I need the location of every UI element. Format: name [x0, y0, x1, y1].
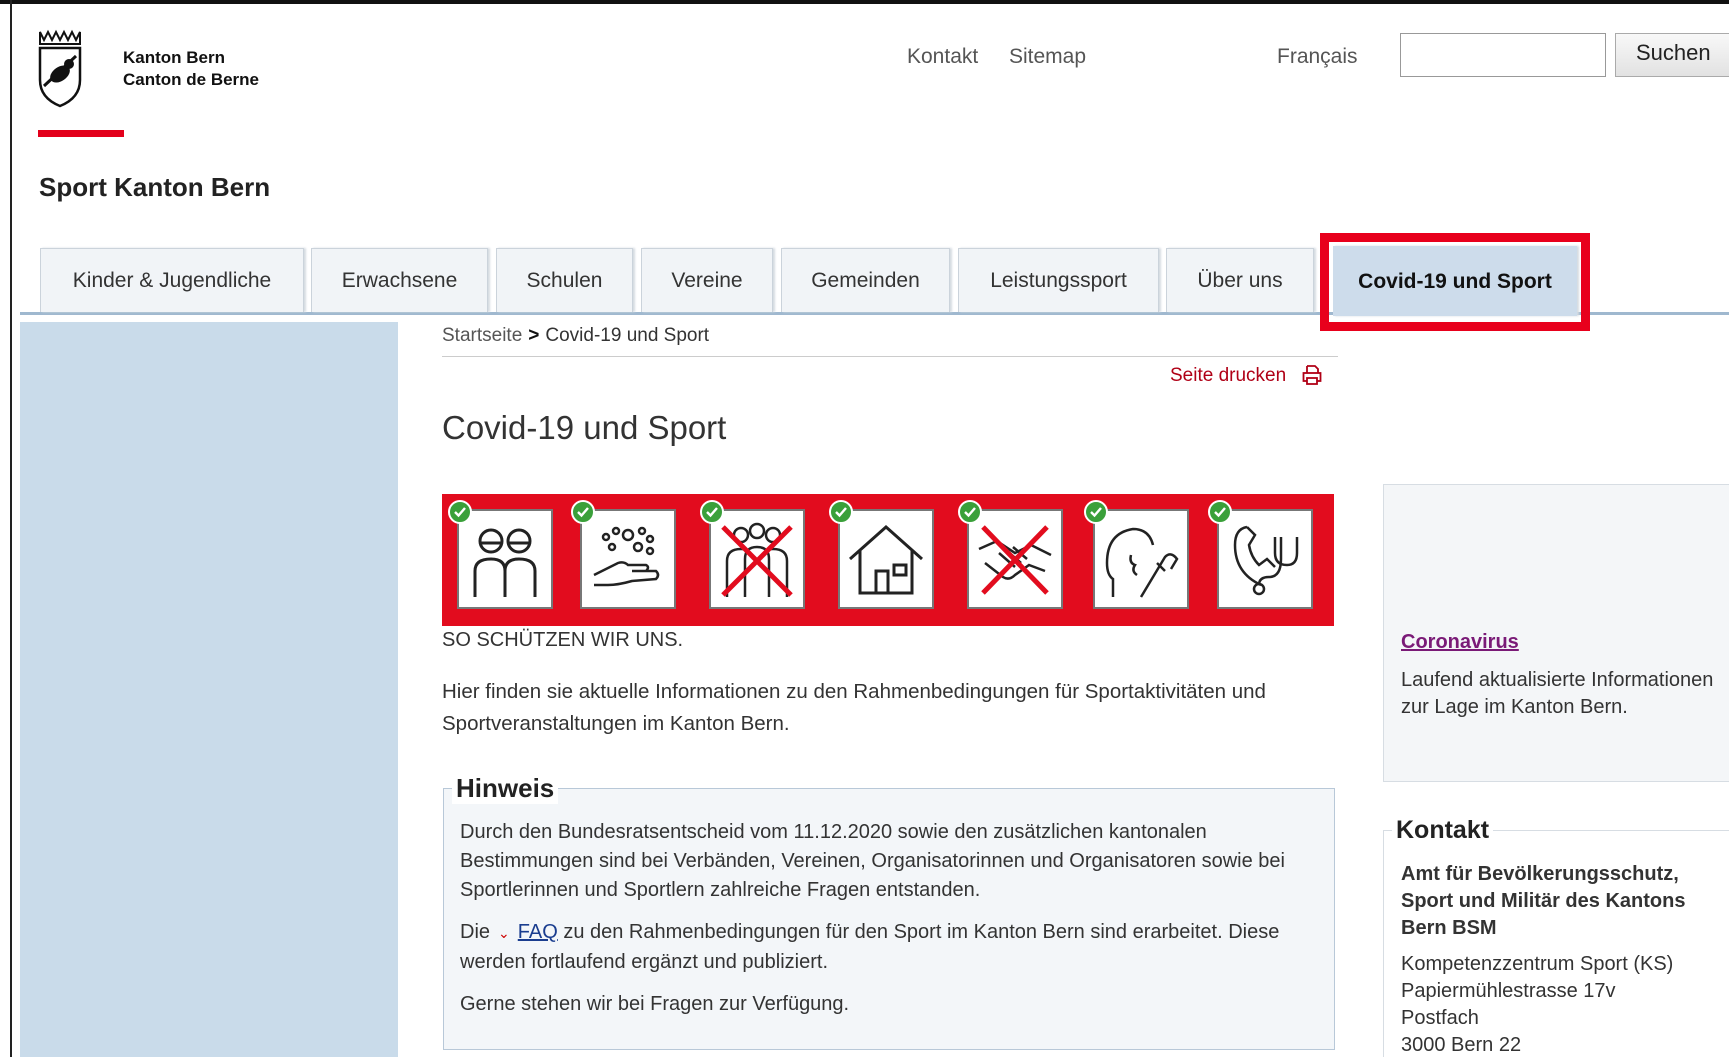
- active-tab-highlight-box: [1320, 233, 1590, 331]
- language-switch-francais[interactable]: Français: [1277, 45, 1358, 69]
- kontakt-address: Kompetenzzentrum Sport (KS) Papiermühles…: [1401, 951, 1721, 1059]
- kontakt-address-line: 3000 Bern 22: [1401, 1034, 1522, 1056]
- kontakt-address-line: Papiermühlestrasse 17v: [1401, 980, 1616, 1002]
- intro-text: Hier finden sie aktuelle Informationen z…: [442, 680, 1266, 735]
- check-icon: [571, 500, 595, 524]
- banner-caption: SO SCHÜTZEN WIR UNS.: [442, 629, 684, 651]
- meta-link-sitemap[interactable]: Sitemap: [1009, 45, 1086, 69]
- bern-coat-of-arms-icon: [38, 29, 82, 108]
- hinweis-paragraph-1: Durch den Bundesratsentscheid vom 11.12.…: [460, 821, 1285, 901]
- hinweis-p2-end: zu den Rahmenbedingungen für den Sport i…: [460, 921, 1280, 973]
- kontakt-heading: Kontakt: [1392, 816, 1494, 845]
- brand-name: Kanton Bern Canton de Berne: [123, 47, 259, 91]
- kontakt-address-line: Kompetenzzentrum Sport (KS): [1401, 953, 1674, 975]
- window-frame-top: [0, 0, 1729, 4]
- kontakt-organization: Amt für Bevölkerungsschutz, Sport und Mi…: [1401, 863, 1686, 939]
- site-title[interactable]: Sport Kanton Bern: [39, 172, 270, 203]
- kontakt-address-line: Postfach: [1401, 1007, 1479, 1029]
- tab-ueber-uns[interactable]: Über uns: [1166, 248, 1314, 312]
- left-navigation-column: [20, 322, 398, 1057]
- search-button[interactable]: Suchen: [1615, 33, 1729, 77]
- tab-erwachsene[interactable]: Erwachsene: [311, 248, 488, 312]
- breadcrumb-home-link[interactable]: Startseite: [442, 325, 522, 346]
- coronavirus-teaser-text: Laufend aktualisierte Informationen zur …: [1401, 669, 1714, 718]
- brand-line-fr: Canton de Berne: [123, 70, 260, 89]
- kanton-bern-logo[interactable]: [36, 28, 84, 108]
- tab-gemeinden[interactable]: Gemeinden: [781, 248, 950, 312]
- breadcrumb-divider: [442, 356, 1338, 357]
- call-doctor-icon: [1217, 509, 1313, 609]
- no-groups-icon: [709, 509, 805, 609]
- coronavirus-link[interactable]: Coronavirus: [1401, 631, 1519, 654]
- check-icon: [1208, 500, 1232, 524]
- tab-schulen[interactable]: Schulen: [496, 248, 633, 312]
- page-title: Covid-19 und Sport: [442, 409, 727, 446]
- breadcrumb-current: Covid-19 und Sport: [545, 325, 710, 346]
- chevron-down-icon[interactable]: ⌄: [498, 925, 510, 941]
- check-icon: [1084, 500, 1108, 524]
- search-input[interactable]: [1400, 33, 1606, 77]
- distance-people-icon: [457, 509, 553, 609]
- brand-accent-bar: [38, 130, 124, 137]
- tab-vereine[interactable]: Vereine: [641, 248, 773, 312]
- hinweis-p2-start: Die: [460, 921, 491, 943]
- protection-measures-banner: [442, 494, 1334, 626]
- tab-leistungssport[interactable]: Leistungssport: [958, 248, 1159, 312]
- check-icon: [700, 500, 724, 524]
- meta-link-kontakt[interactable]: Kontakt: [907, 45, 978, 69]
- no-handshake-icon: [967, 509, 1063, 609]
- cough-elbow-icon: [1093, 509, 1189, 609]
- faq-link[interactable]: FAQ: [518, 921, 558, 943]
- check-icon: [829, 500, 853, 524]
- print-page-link[interactable]: Seite drucken: [1170, 365, 1286, 387]
- tab-kinder-jugendliche[interactable]: Kinder & Jugendliche: [40, 248, 304, 312]
- hand-washing-icon: [580, 509, 676, 609]
- breadcrumb: Startseite > Covid-19 und Sport: [442, 325, 709, 347]
- hinweis-heading: Hinweis: [452, 773, 559, 804]
- check-icon: [958, 500, 982, 524]
- check-icon: [448, 500, 472, 524]
- hinweis-paragraph-2: Die ⌄ FAQ zu den Rahmenbedingungen für den…: [460, 918, 1320, 977]
- window-frame-left: [10, 0, 12, 1057]
- brand-line-de: Kanton Bern: [123, 48, 225, 67]
- hinweis-paragraph-3: Gerne stehen wir bei Fragen zur Verfügun…: [460, 993, 850, 1015]
- printer-icon[interactable]: [1302, 364, 1322, 386]
- breadcrumb-separator: >: [528, 325, 540, 346]
- stay-home-icon: [838, 509, 934, 609]
